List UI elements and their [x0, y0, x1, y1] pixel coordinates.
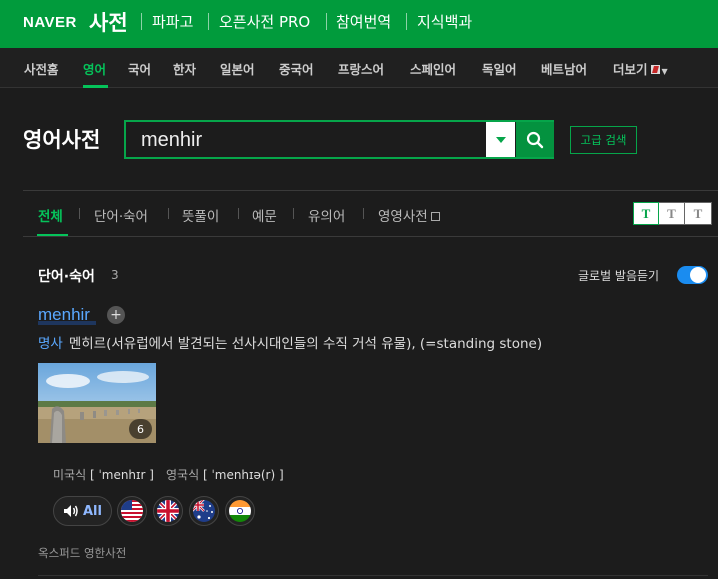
tab-divider	[168, 208, 169, 219]
tab-divider	[363, 208, 364, 219]
entry-definition: 명사 멘히르(서유럽에서 발견되는 선사시대인들의 수직 거석 유물), (=st…	[38, 332, 542, 352]
uk-flag-icon	[157, 500, 179, 522]
pronunciation-uk-label: 영국식	[166, 468, 200, 482]
uk-pronunciation-button[interactable]	[153, 496, 183, 526]
pronunciation-uk-ipa: [ ˈmenhɪə(r) ]	[202, 468, 284, 482]
nav-more-label: 더보기	[613, 62, 648, 77]
tab-divider	[79, 208, 80, 219]
tab-meanings[interactable]: 뜻풀이	[182, 205, 219, 225]
nav-korean[interactable]: 국어	[128, 59, 151, 78]
nav-french[interactable]: 프랑스어	[338, 59, 384, 78]
new-badge-icon	[650, 65, 660, 74]
global-pronunciation-toggle[interactable]	[677, 266, 708, 284]
nav-spanish[interactable]: 스페인어	[410, 59, 456, 78]
nav-chinese[interactable]: 중국어	[279, 59, 314, 78]
advanced-search-button[interactable]: 고급 검색	[570, 126, 637, 154]
section-title: 단어·숙어	[38, 269, 95, 285]
participation-translation-link[interactable]: 참여번역	[336, 11, 391, 32]
india-flag-icon	[229, 500, 251, 522]
play-all-pronunciation-button[interactable]: All	[53, 496, 112, 526]
nav-english[interactable]: 영어	[83, 59, 106, 78]
chevron-down-icon	[495, 136, 506, 143]
active-nav-indicator	[83, 85, 108, 88]
part-of-speech: 명사	[38, 336, 63, 352]
add-to-wordbook-button[interactable]: +	[107, 306, 125, 324]
plus-icon: +	[110, 307, 122, 323]
search-box	[124, 120, 554, 159]
entry-word-link[interactable]: menhir	[38, 305, 90, 325]
tab-divider	[238, 208, 239, 219]
nav-more[interactable]: 더보기 ▼	[613, 59, 668, 78]
tab-all[interactable]: 전체	[38, 205, 63, 225]
image-count-badge: 6	[129, 419, 152, 439]
page-title: 영어사전	[23, 128, 101, 152]
naver-logo[interactable]: NAVER	[23, 14, 77, 31]
tab-examples[interactable]: 예문	[252, 205, 277, 225]
popup-icon	[430, 212, 440, 221]
pronunciation-us-ipa: [ ˈmenhɪr ]	[89, 468, 154, 482]
play-all-label: All	[83, 503, 102, 519]
definition-text: 멘히르(서유럽에서 발견되는 선사시대인들의 수직 거석 유물), (=stan…	[68, 336, 543, 352]
search-button[interactable]	[516, 122, 554, 157]
nav-vietnamese[interactable]: 베트남어	[541, 59, 587, 78]
tab-english-english-label: 영영사전	[378, 209, 428, 225]
language-nav: 사전홈 영어 국어 한자 일본어 중국어 프랑스어 스페인어 독일어 베트남어 …	[0, 48, 718, 88]
header-divider	[326, 13, 327, 30]
us-pronunciation-button[interactable]	[117, 496, 147, 526]
search-icon	[526, 131, 544, 148]
global-pronunciation-label: 글로벌 발음듣기	[578, 269, 660, 283]
header-divider	[208, 13, 209, 30]
nav-japanese[interactable]: 일본어	[220, 59, 255, 78]
pronunciation-us: 미국식 [ ˈmenhɪr ]	[53, 466, 154, 483]
toggle-knob	[690, 267, 706, 283]
header-divider	[406, 13, 407, 30]
pronunciation-uk: 영국식 [ ˈmenhɪə(r) ]	[166, 466, 284, 483]
search-dropdown-button[interactable]	[486, 122, 515, 157]
text-size-large-button[interactable]: T	[685, 202, 712, 225]
india-pronunciation-button[interactable]	[225, 496, 255, 526]
top-header: NAVER 사전 파파고 오픈사전 PRO 참여번역 지식백과	[0, 0, 718, 48]
papago-link[interactable]: 파파고	[152, 11, 193, 32]
chevron-down-icon: ▼	[661, 67, 668, 76]
tab-divider	[293, 208, 294, 219]
text-size-medium-button[interactable]: T	[659, 202, 685, 225]
australia-pronunciation-button[interactable]	[189, 496, 219, 526]
australia-flag-icon	[193, 500, 215, 522]
dictionary-source: 옥스퍼드 영한사전	[38, 546, 127, 560]
divider	[23, 236, 718, 237]
text-size-small-button[interactable]: T	[633, 202, 659, 225]
open-dictionary-pro-link[interactable]: 오픈사전 PRO	[219, 11, 310, 32]
nav-hanja[interactable]: 한자	[173, 59, 196, 78]
dictionary-home-link[interactable]: 사전	[89, 7, 128, 37]
header-divider	[141, 13, 142, 30]
tab-english-english[interactable]: 영영사전	[378, 205, 440, 225]
search-input[interactable]	[141, 128, 481, 152]
nav-dictionary-home[interactable]: 사전홈	[24, 59, 59, 78]
pronunciation-us-label: 미국식	[53, 468, 87, 482]
tab-synonyms[interactable]: 유의어	[308, 205, 345, 225]
knowledge-encyclopedia-link[interactable]: 지식백과	[417, 11, 472, 32]
section-count: 3	[111, 268, 119, 282]
tab-words-idioms[interactable]: 단어·숙어	[94, 205, 148, 225]
us-flag-icon	[121, 500, 143, 522]
result-tabs: 전체 단어·숙어 뜻풀이 예문 유의어 영영사전	[0, 191, 718, 236]
nav-german[interactable]: 독일어	[482, 59, 517, 78]
divider	[38, 575, 708, 576]
speaker-icon	[64, 505, 78, 517]
